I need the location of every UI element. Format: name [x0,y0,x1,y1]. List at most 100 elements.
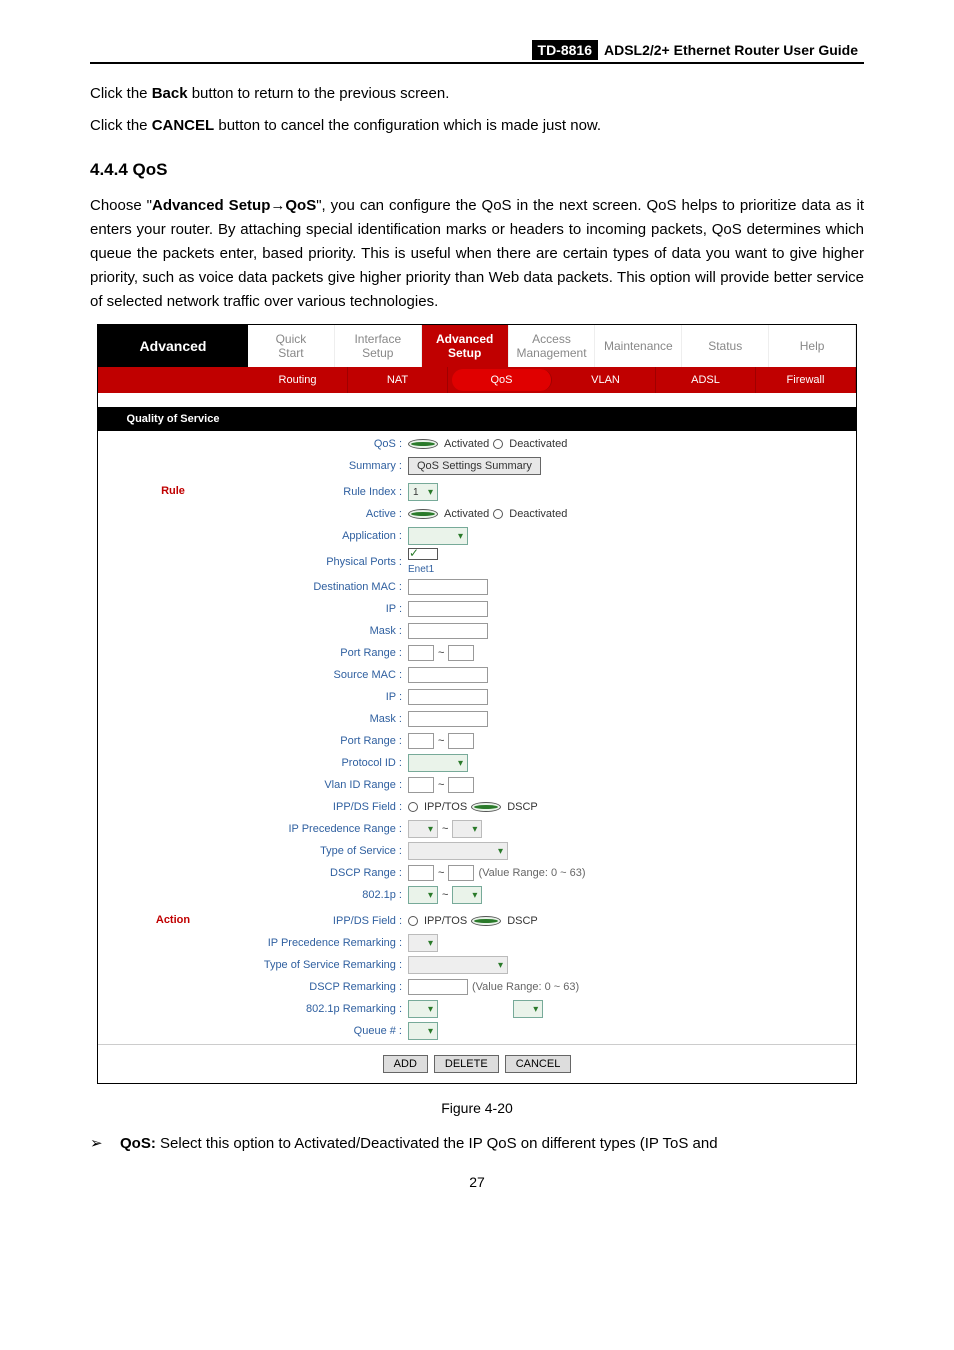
vlan-to-input[interactable] [448,777,474,793]
chevron-down-icon: ▾ [472,824,477,835]
subtab-routing[interactable]: Routing [248,367,348,393]
chevron-down-icon: ▾ [533,1004,538,1015]
ip-prec-remarking-label: IP Precedence Remarking : [248,937,408,949]
action-ippds-label: IPP/DS Field : [248,915,408,927]
tab-maintenance[interactable]: Maintenance [595,325,682,367]
model-number: TD-8816 [532,40,598,60]
tab-advanced-setup[interactable]: Advanced Setup [422,325,509,367]
src-port-range-label: Port Range : [248,735,408,747]
src-port-to-input[interactable] [448,733,474,749]
ippds-field-label: IPP/DS Field : [248,801,408,813]
cancel-button[interactable]: CANCEL [505,1055,572,1073]
8021p-from-select[interactable]: ▾ [408,886,438,904]
vlan-from-input[interactable] [408,777,434,793]
dest-mask-input[interactable] [408,623,488,639]
rule-side-label: Rule [98,479,248,908]
qos-summary-button[interactable]: QoS Settings Summary [408,457,541,475]
action-side-label: Action [98,908,248,1044]
qos-label: QoS : [248,438,408,450]
rule-index-select[interactable]: 1▾ [408,483,438,501]
dscp-remarking-hint: (Value Range: 0 ~ 63) [472,981,579,993]
chevron-down-icon: ▾ [428,890,433,901]
application-select[interactable]: ▾ [408,527,468,545]
tab-access-management[interactable]: Access Management [509,325,596,367]
protocol-id-label: Protocol ID : [248,757,408,769]
qos-activated-radio[interactable] [408,439,438,449]
qos-top-form: QoS : Activated Deactivated Summary : Qo… [98,431,856,479]
dest-port-from-input[interactable] [408,645,434,661]
src-mac-label: Source MAC : [248,669,408,681]
summary-label: Summary : [248,460,408,472]
action-ipptos-radio[interactable] [408,916,418,926]
ipptos-radio[interactable] [408,802,418,812]
action-dscp-radio[interactable] [471,916,501,926]
bullet-qos: ➢ QoS: Select this option to Activated/D… [90,1132,864,1156]
header-desc: ADSL2/2+ Ethernet Router User Guide [598,40,864,60]
vlan-range-label: Vlan ID Range : [248,779,408,791]
tos-remarking-select[interactable]: ▾ [408,956,508,974]
dest-ip-input[interactable] [408,601,488,617]
chevron-down-icon: ▾ [428,1026,433,1037]
dest-mac-label: Destination MAC : [248,581,408,593]
chevron-down-icon: ▾ [428,1004,433,1015]
rule-form: Rule Rule Index :1▾ Active :Activated De… [98,479,856,908]
dest-mask-label: Mask : [248,625,408,637]
tab-interface-setup[interactable]: Interface Setup [335,325,422,367]
src-ip-input[interactable] [408,689,488,705]
router-ui: Advanced Quick Start Interface Setup Adv… [97,324,857,1084]
src-mask-input[interactable] [408,711,488,727]
subtab-nat[interactable]: NAT [348,367,448,393]
ip-prec-remarking-select[interactable]: ▾ [408,934,438,952]
paragraph-intro: Choose "Advanced Setup→QoS", you can con… [90,194,864,314]
dest-port-to-input[interactable] [448,645,474,661]
queue-select[interactable]: ▾ [408,1022,438,1040]
physical-ports-label: Physical Ports : [248,556,408,568]
dscp-from-input[interactable] [408,865,434,881]
tab-help[interactable]: Help [769,325,856,367]
page-header: TD-8816 ADSL2/2+ Ethernet Router User Gu… [90,40,864,64]
src-mac-input[interactable] [408,667,488,683]
subtab-qos[interactable]: QoS [452,369,552,391]
tab-status[interactable]: Status [682,325,769,367]
chevron-down-icon: ▾ [458,531,463,542]
dscp-radio[interactable] [471,802,501,812]
dest-ip-label: IP : [248,603,408,615]
chevron-down-icon: ▾ [428,824,433,835]
paragraph-cancel: Click the CANCEL button to cancel the co… [90,114,864,138]
src-ip-label: IP : [248,691,408,703]
main-tab-row: Advanced Quick Start Interface Setup Adv… [98,325,856,367]
dscp-to-input[interactable] [448,865,474,881]
chevron-down-icon: ▾ [472,890,477,901]
ip-prec-to-select[interactable]: ▾ [452,820,482,838]
protocol-id-select[interactable]: ▾ [408,754,468,772]
enet1-checkbox[interactable] [408,548,438,560]
button-row: ADD DELETE CANCEL [98,1044,856,1083]
dest-mac-input[interactable] [408,579,488,595]
src-port-from-input[interactable] [408,733,434,749]
8021p-remarking-select[interactable]: ▾ [408,1000,438,1018]
qos-deactivated-radio[interactable] [493,439,503,449]
8021p-remarking-select2[interactable]: ▾ [513,1000,543,1018]
subtab-vlan[interactable]: VLAN [556,367,656,393]
application-label: Application : [248,530,408,542]
action-form: Action IPP/DS Field :IPP/TOS DSCP IP Pre… [98,908,856,1044]
delete-button[interactable]: DELETE [434,1055,499,1073]
subtab-firewall[interactable]: Firewall [756,367,856,393]
8021p-to-select[interactable]: ▾ [452,886,482,904]
enet1-label: Enet1 [408,564,434,575]
sub-tab-row: Routing NAT QoS VLAN ADSL Firewall [98,367,856,393]
tos-select[interactable]: ▾ [408,842,508,860]
active-deactivated-radio[interactable] [493,509,503,519]
queue-label: Queue # : [248,1025,408,1037]
chevron-down-icon: ▾ [498,960,503,971]
rule-index-label: Rule Index : [248,486,408,498]
ip-prec-from-select[interactable]: ▾ [408,820,438,838]
add-button[interactable]: ADD [383,1055,428,1073]
tab-quick-start[interactable]: Quick Start [248,325,335,367]
chevron-down-icon: ▾ [458,758,463,769]
active-activated-radio[interactable] [408,509,438,519]
dscp-remarking-input[interactable] [408,979,468,995]
subtab-adsl[interactable]: ADSL [656,367,756,393]
section-heading: 4.4.4 QoS [90,160,864,180]
page-number: 27 [90,1174,864,1190]
